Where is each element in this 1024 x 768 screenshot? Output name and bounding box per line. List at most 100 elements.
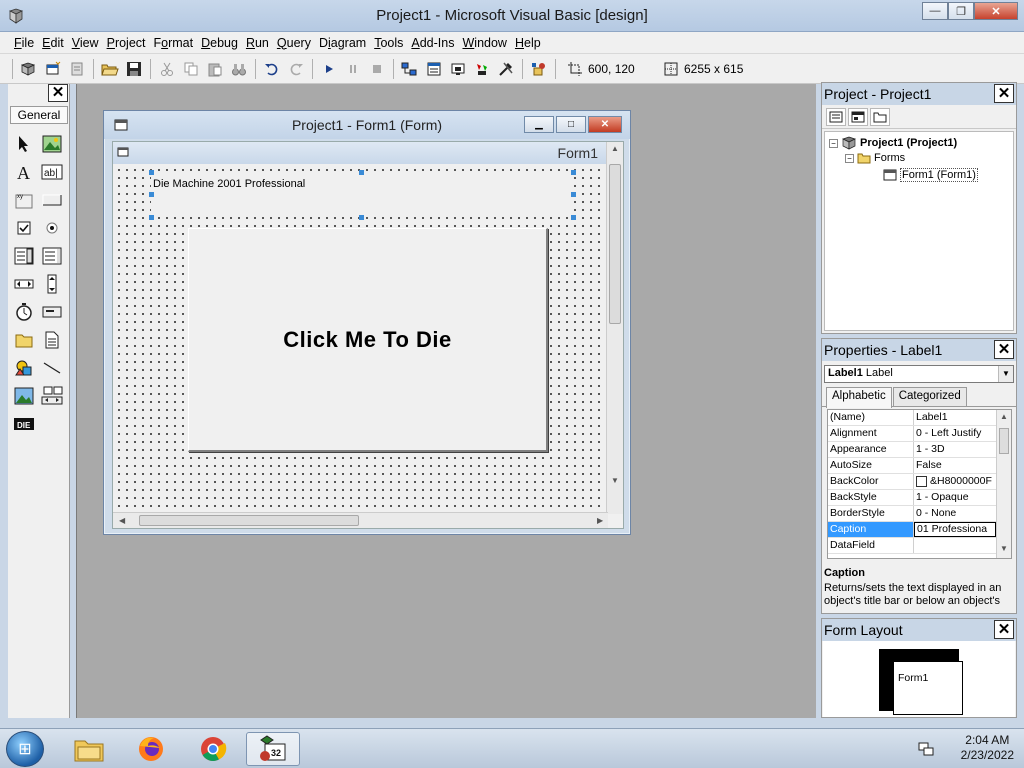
resize-handle[interactable] — [149, 215, 154, 220]
properties-pane-close-button[interactable]: ✕ — [994, 340, 1014, 359]
scroll-left-icon[interactable]: ◀ — [119, 516, 125, 525]
undo-button[interactable] — [262, 59, 282, 79]
resize-handle[interactable] — [359, 170, 364, 175]
menu-edit[interactable]: Edit — [38, 32, 68, 54]
menu-project[interactable]: Project — [103, 32, 150, 54]
filelistbox-tool[interactable] — [38, 326, 66, 354]
paste-button[interactable] — [205, 59, 225, 79]
chevron-down-icon[interactable]: ▼ — [998, 366, 1013, 382]
drivelistbox-tool[interactable] — [38, 298, 66, 326]
property-value[interactable]: Label1 — [914, 410, 996, 425]
project-pane-close-button[interactable]: ✕ — [994, 84, 1014, 103]
property-value[interactable] — [914, 538, 996, 553]
ole-tool[interactable]: DIE — [10, 410, 38, 438]
close-button[interactable]: ✕ — [974, 2, 1018, 20]
form-horizontal-scrollbar[interactable]: ◀ ▶ — [113, 512, 608, 528]
line-tool[interactable] — [38, 354, 66, 382]
property-row-selected[interactable]: Caption 01 Professiona — [828, 522, 1011, 538]
checkbox-tool[interactable] — [10, 214, 38, 242]
data-view-button[interactable] — [529, 59, 549, 79]
menu-format[interactable]: Format — [150, 32, 198, 54]
project-explorer-button[interactable] — [400, 59, 420, 79]
commandbutton-tool[interactable] — [38, 186, 66, 214]
tab-alphabetic[interactable]: Alphabetic — [826, 387, 892, 408]
textbox-tool[interactable]: ab| — [38, 158, 66, 186]
timer-tool[interactable] — [10, 298, 38, 326]
property-row[interactable]: BackStyle 1 - Opaque — [828, 490, 1011, 506]
system-clock[interactable]: 2:04 AM 2/23/2022 — [961, 733, 1014, 763]
form-designer-close-button[interactable]: ✕ — [588, 116, 622, 133]
form-designer-title-bar[interactable]: Project1 - Form1 (Form) ▁ □ ✕ — [104, 111, 630, 139]
menu-window[interactable]: Window — [458, 32, 510, 54]
form1-position-preview[interactable]: Form1 — [893, 661, 963, 715]
view-code-button[interactable] — [826, 107, 846, 126]
resize-handle[interactable] — [571, 170, 576, 175]
menu-tools[interactable]: Tools — [370, 32, 407, 54]
frame-tool[interactable]: xy — [10, 186, 38, 214]
command-button[interactable]: Click Me To Die — [188, 228, 548, 452]
form-designer-minimize-button[interactable]: ▁ — [524, 116, 554, 133]
property-row[interactable]: BorderStyle 0 - None — [828, 506, 1011, 522]
scroll-thumb[interactable] — [139, 515, 359, 526]
cut-button[interactable] — [157, 59, 177, 79]
pointer-tool[interactable] — [10, 130, 38, 158]
tree-item-project[interactable]: − Project1 (Project1) — [829, 136, 957, 150]
label1-control[interactable]: Die Machine 2001 Professional — [151, 172, 573, 217]
restore-button[interactable]: ❐ — [948, 2, 974, 20]
combobox-tool[interactable] — [10, 242, 38, 270]
taskbar-visual-basic[interactable]: 32 — [246, 732, 300, 766]
taskbar-firefox[interactable] — [124, 732, 178, 766]
menu-help[interactable]: Help — [511, 32, 545, 54]
resize-handle[interactable] — [149, 192, 154, 197]
start-button[interactable]: ⊞ — [6, 731, 44, 767]
taskbar-explorer[interactable] — [62, 732, 116, 766]
property-row[interactable]: DataField — [828, 538, 1011, 554]
object-browser-button[interactable] — [472, 59, 492, 79]
shape-tool[interactable] — [10, 354, 38, 382]
form1-design-grid[interactable]: Die Machine 2001 Professional Click Me T… — [113, 164, 608, 514]
menu-add-ins[interactable]: Add-Ins — [407, 32, 458, 54]
data-tool[interactable] — [38, 382, 66, 410]
menu-debug[interactable]: Debug — [197, 32, 242, 54]
taskbar-chrome[interactable] — [186, 732, 240, 766]
object-selector-dropdown[interactable]: Label1 Label ▼ — [824, 365, 1014, 383]
label-tool[interactable]: A — [10, 158, 38, 186]
picturebox-tool[interactable] — [38, 130, 66, 158]
view-object-button[interactable] — [848, 107, 868, 126]
scroll-right-icon[interactable]: ▶ — [597, 516, 603, 525]
resize-handle[interactable] — [571, 192, 576, 197]
property-row[interactable]: Alignment 0 - Left Justify — [828, 426, 1011, 442]
copy-button[interactable] — [181, 59, 201, 79]
menu-view[interactable]: View — [68, 32, 103, 54]
scroll-thumb[interactable] — [999, 428, 1009, 454]
properties-window-button[interactable] — [424, 59, 444, 79]
property-row[interactable]: AutoSize False — [828, 458, 1011, 474]
properties-scrollbar[interactable]: ▲ ▼ — [996, 410, 1011, 558]
caption-value-input[interactable]: 01 Professiona — [914, 522, 996, 537]
property-row[interactable]: Appearance 1 - 3D — [828, 442, 1011, 458]
minimize-button[interactable]: — — [922, 2, 948, 20]
resize-handle[interactable] — [359, 215, 364, 220]
property-value[interactable]: 1 - 3D — [914, 442, 996, 457]
scroll-down-icon[interactable]: ▼ — [1000, 544, 1008, 553]
toolbox-tab-general[interactable]: General — [10, 106, 68, 124]
menu-editor-button[interactable] — [67, 59, 87, 79]
scroll-up-icon[interactable]: ▲ — [611, 144, 619, 153]
vscrollbar-tool[interactable] — [38, 270, 66, 298]
form-designer-maximize-button[interactable]: □ — [556, 116, 586, 133]
toolbox-close-button[interactable]: ✕ — [48, 84, 68, 102]
toggle-folders-button[interactable] — [870, 107, 890, 126]
tree-item-forms[interactable]: − Forms — [845, 152, 905, 164]
scroll-thumb[interactable] — [609, 164, 621, 324]
collapse-icon[interactable]: − — [845, 153, 854, 163]
optionbutton-tool[interactable] — [38, 214, 66, 242]
menu-query[interactable]: Query — [273, 32, 315, 54]
resize-handle[interactable] — [571, 215, 576, 220]
property-row[interactable]: BackColor &H8000000F — [828, 474, 1011, 490]
menu-file[interactable]: File — [10, 32, 38, 54]
collapse-icon[interactable]: − — [829, 138, 838, 148]
menu-run[interactable]: Run — [242, 32, 273, 54]
resize-handle[interactable] — [149, 170, 154, 175]
property-value[interactable]: 0 - Left Justify — [914, 426, 996, 441]
redo-button[interactable] — [286, 59, 306, 79]
